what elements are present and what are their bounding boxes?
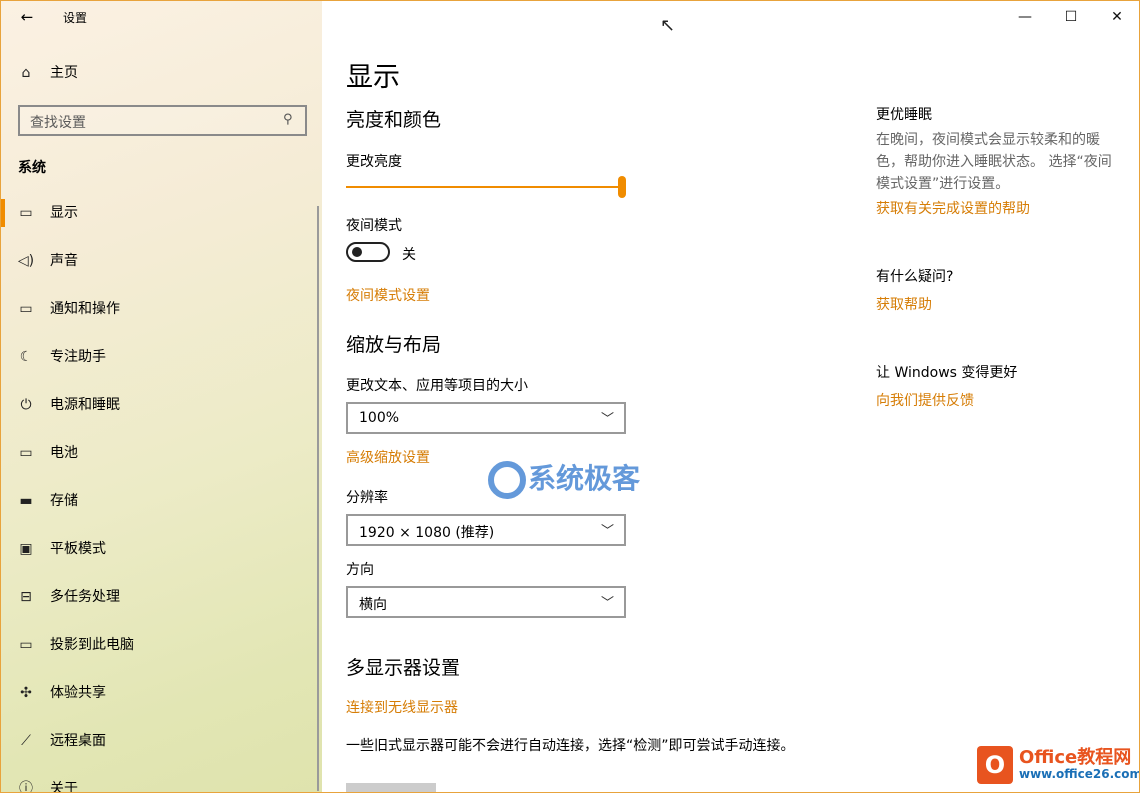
- office-watermark: O Office教程网 www.office26.com: [977, 743, 1140, 789]
- legacy-display-description: 一些旧式显示器可能不会进行自动连接，选择“检测”即可尝试手动连接。: [346, 738, 795, 754]
- sidebar-item-storage[interactable]: ▬ 存储: [1, 481, 317, 521]
- window-title: 设置: [63, 11, 88, 25]
- sidebar-item-tablet[interactable]: ▣ 平板模式: [1, 529, 317, 569]
- home-icon: ⌂: [21, 65, 31, 81]
- sidebar-item-label: 存储: [50, 493, 78, 509]
- better-windows-heading: 让 Windows 变得更好: [876, 365, 1018, 381]
- sidebar-item-project[interactable]: ▭ 投影到此电脑: [1, 625, 317, 665]
- watermark-text: 系统极客: [528, 462, 641, 495]
- sidebar-item-label: 电源和睡眠: [50, 397, 120, 413]
- chevron-down-icon: ﹀: [600, 596, 614, 611]
- orientation-value: 横向: [359, 597, 387, 613]
- sidebar-item-label: 远程桌面: [50, 733, 106, 749]
- sidebar-item-power[interactable]: ⏻ 电源和睡眠: [1, 385, 317, 425]
- sidebar-scrollbar[interactable]: [317, 206, 319, 791]
- center-watermark: 系统极客: [488, 457, 640, 499]
- section-heading-multi-display: 多显示器设置: [346, 657, 461, 679]
- sidebar-item-shared[interactable]: ✣ 体验共享: [1, 673, 317, 713]
- sidebar-item-label: 关于: [50, 781, 78, 793]
- monitor-icon: ▭: [19, 205, 33, 221]
- sidebar-section-label: 系统: [18, 160, 46, 176]
- night-mode-settings-link[interactable]: 夜间模式设置: [346, 285, 430, 305]
- scale-dropdown[interactable]: 100% ﹀: [346, 402, 626, 434]
- search-placeholder: 查找设置: [30, 115, 86, 131]
- sidebar-item-label: 专注助手: [50, 349, 106, 365]
- storage-icon: ▬: [19, 493, 33, 509]
- tablet-icon: ▣: [19, 541, 33, 557]
- sidebar-item-label: 显示: [50, 205, 78, 221]
- question-heading: 有什么疑问?: [876, 269, 954, 285]
- sidebar-item-label: 电池: [50, 445, 78, 461]
- share-icon: ✣: [20, 685, 32, 701]
- search-input[interactable]: 查找设置 ⚲: [18, 105, 307, 136]
- speaker-icon: ◁): [17, 253, 35, 269]
- chevron-down-icon: ﹀: [600, 524, 614, 539]
- page-title: 显示: [346, 62, 400, 93]
- night-mode-state: 关: [402, 247, 416, 263]
- back-arrow-icon[interactable]: ←: [15, 5, 39, 29]
- sleep-description: 在晚间，夜间模式会显示较柔和的暖色，帮助你进入睡眠状态。 选择“夜间模式设置”进…: [876, 132, 1112, 192]
- sidebar-item-label: 声音: [50, 253, 78, 269]
- office-logo-icon: O: [977, 746, 1013, 784]
- office-watermark-url: www.office26.com: [1019, 767, 1140, 781]
- maximize-button[interactable]: ☐: [1048, 5, 1094, 29]
- watermark-logo-icon: [488, 461, 526, 499]
- sidebar-item-remote[interactable]: ⟋ 远程桌面: [1, 721, 317, 761]
- remote-icon: ⟋: [21, 733, 31, 749]
- sidebar-item-multitask[interactable]: ⊟ 多任务处理: [1, 577, 317, 617]
- night-mode-label: 夜间模式: [346, 218, 402, 234]
- main-content: — ☐ ✕ ↖ 显示 亮度和颜色 更改亮度 夜间模式 关 夜间模式设置 缩放与布…: [322, 1, 1140, 792]
- sleep-help-link[interactable]: 获取有关完成设置的帮助: [876, 198, 1030, 218]
- sidebar-item-focus[interactable]: ☾ 专注助手: [1, 337, 317, 377]
- office-watermark-title: Office教程网: [1019, 747, 1132, 768]
- battery-icon: ▭: [19, 445, 33, 461]
- sidebar-item-label: 主页: [50, 65, 78, 81]
- chevron-down-icon: ﹀: [600, 412, 614, 427]
- moon-icon: ☾: [19, 349, 33, 365]
- resolution-dropdown[interactable]: 1920 × 1080 (推荐) ﹀: [346, 514, 626, 546]
- brightness-slider-thumb[interactable]: [618, 176, 626, 198]
- minimize-button[interactable]: —: [1002, 5, 1048, 29]
- sidebar-item-sound[interactable]: ◁) 声音: [1, 241, 317, 281]
- sidebar-item-about[interactable]: ⓘ 关于: [1, 769, 317, 793]
- sidebar-item-label: 平板模式: [50, 541, 106, 557]
- resolution-label: 分辨率: [346, 490, 388, 506]
- sidebar-item-label: 通知和操作: [50, 301, 120, 317]
- info-icon: ⓘ: [19, 781, 33, 793]
- sidebar-item-display[interactable]: ▭ 显示: [1, 193, 317, 233]
- mouse-cursor-icon: ↖: [660, 15, 676, 36]
- sleep-heading: 更优睡眠: [876, 107, 932, 123]
- orientation-dropdown[interactable]: 横向 ﹀: [346, 586, 626, 618]
- wireless-display-link[interactable]: 连接到无线显示器: [346, 697, 458, 717]
- night-mode-toggle[interactable]: [346, 242, 390, 262]
- sidebar-item-notifications[interactable]: ▭ 通知和操作: [1, 289, 317, 329]
- scale-value: 100%: [359, 410, 400, 426]
- orientation-label: 方向: [346, 562, 374, 578]
- sidebar: ← 设置 ⌂ 主页 查找设置 ⚲ 系统 ▭ 显示 ◁) 声音 ▭ 通知和操作 ☾…: [1, 1, 322, 793]
- sidebar-item-home[interactable]: ⌂ 主页: [1, 59, 322, 89]
- brightness-slider-track[interactable]: [346, 186, 623, 188]
- search-icon: ⚲: [283, 112, 293, 127]
- notification-icon: ▭: [19, 301, 33, 317]
- power-icon: ⏻: [20, 397, 32, 413]
- toggle-knob: [352, 247, 362, 257]
- section-heading-scale: 缩放与布局: [346, 334, 442, 356]
- get-help-link[interactable]: 获取帮助: [876, 294, 932, 314]
- sidebar-item-label: 体验共享: [50, 685, 106, 701]
- advanced-scale-link[interactable]: 高级缩放设置: [346, 447, 430, 467]
- settings-window: ← 设置 ⌂ 主页 查找设置 ⚲ 系统 ▭ 显示 ◁) 声音 ▭ 通知和操作 ☾…: [0, 0, 1140, 793]
- sidebar-item-label: 多任务处理: [50, 589, 120, 605]
- multitask-icon: ⊟: [20, 589, 32, 605]
- section-heading-brightness: 亮度和颜色: [346, 109, 442, 131]
- sidebar-item-label: 投影到此电脑: [50, 637, 134, 653]
- close-button[interactable]: ✕: [1094, 5, 1139, 29]
- sidebar-item-battery[interactable]: ▭ 电池: [1, 433, 317, 473]
- feedback-link[interactable]: 向我们提供反馈: [876, 390, 974, 410]
- scale-label: 更改文本、应用等项目的大小: [346, 378, 528, 394]
- resolution-value: 1920 × 1080 (推荐): [359, 525, 495, 541]
- project-icon: ▭: [19, 637, 33, 653]
- detect-button[interactable]: [346, 783, 436, 792]
- brightness-label: 更改亮度: [346, 154, 402, 170]
